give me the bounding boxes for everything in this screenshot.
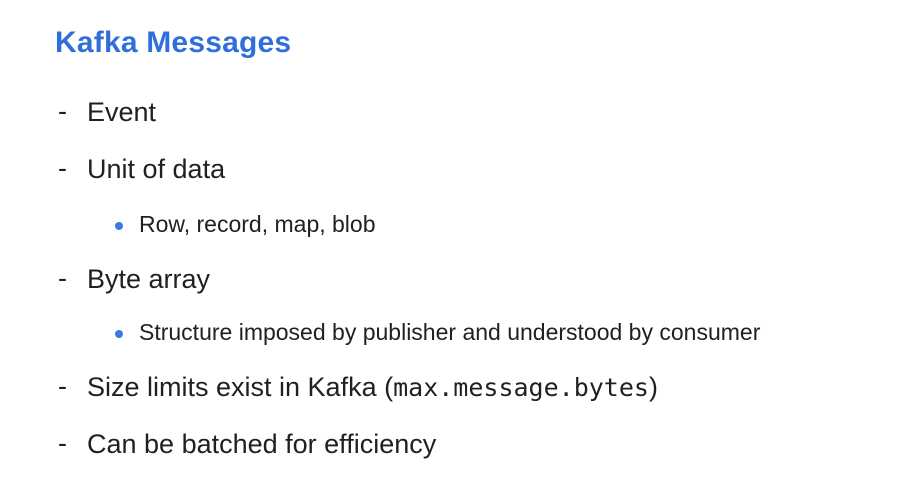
size-limits-close-paren: ) <box>648 372 658 402</box>
dash-marker: - <box>58 428 67 458</box>
bullet-dot-icon <box>115 330 123 338</box>
dash-marker: - <box>58 263 67 293</box>
list-item-text: Unit of data <box>87 154 226 184</box>
bullet-dot-icon <box>115 222 123 230</box>
sub-item-text: Row, record, map, blob <box>139 211 376 237</box>
dash-marker: - <box>58 371 67 401</box>
dash-marker: - <box>58 153 67 183</box>
slide-title: Kafka Messages <box>55 26 292 59</box>
list-item-text: Byte array <box>87 264 211 294</box>
list-item-text: Can be batched for efficiency <box>87 429 437 459</box>
dash-marker: - <box>58 96 67 126</box>
size-limits-text: Size limits exist in Kafka ( <box>87 372 394 402</box>
list-item-text: Size limits exist in Kafka (max.message.… <box>87 372 658 403</box>
list-item-text: Event <box>87 97 157 127</box>
config-code: max.message.bytes <box>393 373 649 402</box>
sub-item-text: Structure imposed by publisher and under… <box>139 319 761 345</box>
slide: Kafka Messages - Event - Unit of data Ro… <box>0 0 904 493</box>
